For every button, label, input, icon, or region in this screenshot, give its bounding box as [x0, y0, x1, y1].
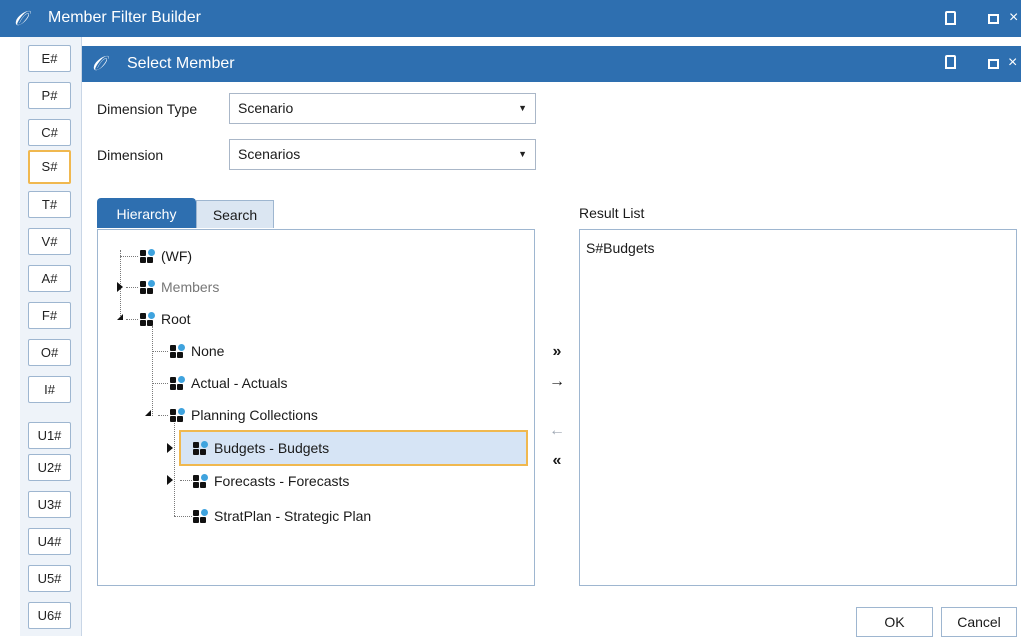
tree-node-stratplan[interactable]: StratPlan - Strategic Plan	[193, 504, 371, 528]
tree-node-label: Actual - Actuals	[191, 375, 288, 391]
tree-connector	[174, 423, 175, 516]
collapse-arrow-icon[interactable]	[117, 314, 123, 320]
tree-connector	[158, 415, 168, 416]
outer-window-title: Member Filter Builder	[48, 9, 201, 26]
maximize-icon[interactable]	[988, 59, 999, 69]
tree-node-label: Planning Collections	[191, 407, 318, 423]
tree-node-label: Members	[161, 279, 220, 295]
dim-button-f[interactable]: F#	[28, 302, 71, 329]
dim-button-p[interactable]: P#	[28, 82, 71, 109]
ok-button[interactable]: OK	[856, 607, 933, 637]
tree-connector	[126, 319, 138, 320]
member-icon	[140, 312, 156, 326]
expand-arrow-icon[interactable]	[167, 443, 173, 453]
member-icon	[140, 280, 156, 294]
expand-arrow-icon[interactable]	[117, 282, 123, 292]
remove-button[interactable]: ←	[546, 422, 568, 440]
tree-connector	[152, 326, 153, 416]
tree-node-planning-collections[interactable]: Planning Collections	[170, 403, 318, 427]
result-list-label: Result List	[579, 205, 645, 221]
tree-node-label: None	[191, 343, 225, 359]
restore-icon[interactable]	[945, 55, 956, 69]
dim-button-c[interactable]: C#	[28, 119, 71, 146]
dialog-title-bar: 𝒪 Select Member ×	[82, 46, 1021, 82]
member-icon	[140, 249, 156, 263]
dim-button-s[interactable]: S#	[28, 150, 71, 184]
close-icon[interactable]: ×	[1008, 54, 1017, 72]
outer-title-bar: 𝒪 Member Filter Builder ×	[0, 0, 1021, 37]
member-icon	[193, 509, 209, 523]
result-item[interactable]: S#Budgets	[586, 240, 655, 256]
dim-button-u1[interactable]: U1#	[28, 422, 71, 449]
tree-node-label: StratPlan - Strategic Plan	[214, 508, 372, 524]
tree-connector	[120, 256, 138, 257]
chevron-down-icon: ▼	[518, 103, 527, 113]
dimension-type-value: Scenario	[238, 100, 294, 116]
add-button[interactable]: →	[546, 373, 568, 391]
member-icon	[170, 376, 186, 390]
dim-button-e[interactable]: E#	[28, 45, 71, 72]
tree-node-wf[interactable]: (WF)	[140, 244, 192, 268]
dimension-value: Scenarios	[238, 146, 301, 162]
tab-hierarchy[interactable]: Hierarchy	[97, 198, 196, 228]
tree-node-members[interactable]: Members	[140, 275, 219, 299]
tree-node-none[interactable]: None	[170, 339, 224, 363]
chevron-down-icon: ▼	[518, 149, 527, 159]
collapse-arrow-icon[interactable]	[145, 410, 151, 416]
close-icon[interactable]: ×	[1009, 9, 1018, 27]
tree-node-forecasts[interactable]: Forecasts - Forecasts	[193, 469, 349, 493]
dim-button-u5[interactable]: U5#	[28, 565, 71, 592]
member-icon	[170, 344, 186, 358]
tree-node-label: Forecasts - Forecasts	[214, 473, 350, 489]
tree-connector	[152, 351, 168, 352]
result-list[interactable]: S#Budgets	[579, 229, 1017, 586]
dialog-logo-icon: 𝒪	[92, 51, 105, 75]
member-icon	[170, 408, 186, 422]
dimension-type-select[interactable]: Scenario ▼	[229, 93, 536, 124]
dimension-type-label: Dimension Type	[97, 101, 198, 117]
dimension-label: Dimension	[97, 147, 164, 163]
dim-button-o[interactable]: O#	[28, 339, 71, 366]
tree-node-budgets[interactable]: Budgets - Budgets	[179, 430, 528, 466]
dim-button-t[interactable]: T#	[28, 191, 71, 218]
dim-button-u3[interactable]: U3#	[28, 491, 71, 518]
app-logo-icon: 𝒪	[14, 6, 27, 30]
expand-arrow-icon[interactable]	[167, 475, 173, 485]
maximize-icon[interactable]	[988, 14, 999, 24]
dim-button-u6[interactable]: U6#	[28, 602, 71, 629]
tree-connector	[180, 480, 192, 481]
member-icon	[193, 474, 209, 488]
member-icon	[193, 441, 209, 455]
remove-all-button[interactable]: «	[546, 452, 568, 470]
dim-button-a[interactable]: A#	[28, 265, 71, 292]
dim-button-i[interactable]: I#	[28, 376, 71, 403]
tree-node-actual[interactable]: Actual - Actuals	[170, 371, 288, 395]
dimension-select[interactable]: Scenarios ▼	[229, 139, 536, 170]
dim-button-u4[interactable]: U4#	[28, 528, 71, 555]
hierarchy-tree[interactable]: (WF) Members Root None Actual - Actuals …	[97, 229, 535, 586]
restore-icon[interactable]	[945, 11, 956, 25]
tab-search[interactable]: Search	[196, 200, 274, 228]
tree-connector	[174, 516, 192, 517]
add-all-button[interactable]: »	[546, 343, 568, 361]
tree-node-label: Budgets - Budgets	[214, 440, 330, 456]
tree-node-label: Root	[161, 311, 191, 327]
dimension-strip: E# P# C# S# T# V# A# F# O# I# U1# U2# U3…	[20, 37, 82, 636]
dialog-title: Select Member	[127, 55, 235, 72]
tree-connector	[152, 383, 168, 384]
tree-connector	[126, 287, 138, 288]
tree-node-root[interactable]: Root	[140, 307, 191, 331]
dim-button-u2[interactable]: U2#	[28, 454, 71, 481]
dim-button-v[interactable]: V#	[28, 228, 71, 255]
tree-node-label: (WF)	[161, 248, 193, 264]
cancel-button[interactable]: Cancel	[941, 607, 1017, 637]
